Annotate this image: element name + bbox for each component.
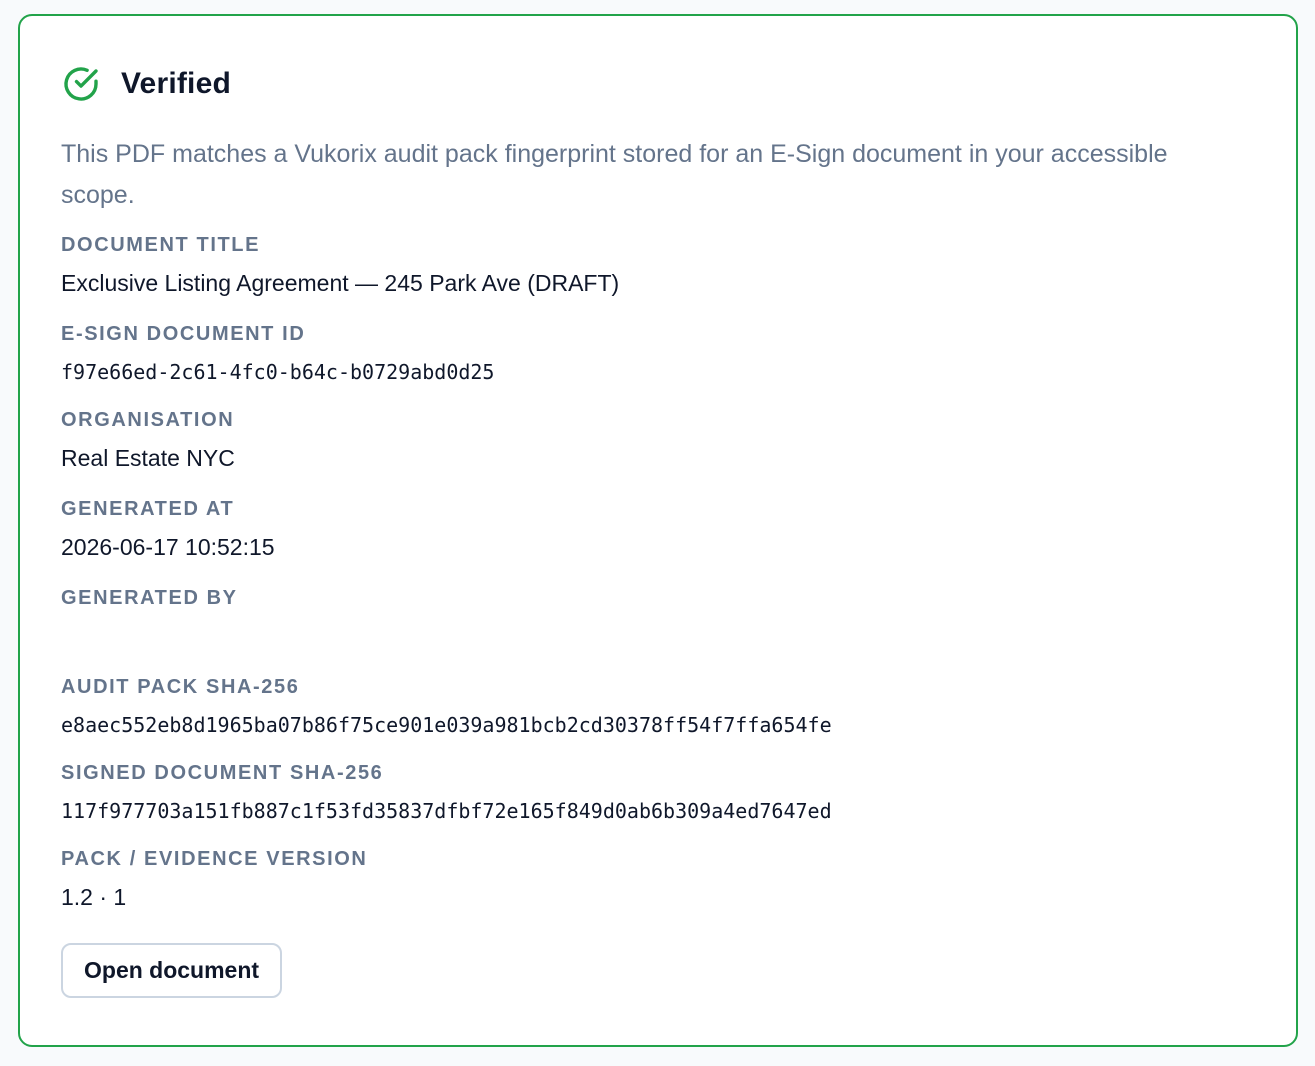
field-label: Generated at — [61, 498, 235, 520]
open-document-button[interactable]: Open document — [61, 943, 283, 998]
field-value: 1.2 · 1 — [61, 884, 127, 910]
field-value: Exclusive Listing Agreement — 245 Park A… — [61, 270, 620, 296]
verification-header: Verified — [61, 64, 1255, 104]
field-value: f97e66ed-2c61-4fc0-b64c-b0729abd0d25 — [61, 360, 495, 384]
field-value: Real Estate NYC — [61, 445, 235, 471]
field-label: Audit pack SHA-256 — [61, 676, 300, 698]
field-label: E-Sign document ID — [61, 323, 306, 345]
check-circle-icon — [61, 64, 101, 104]
verification-description: This PDF matches a Vukorix audit pack fi… — [61, 140, 1168, 209]
field-generated-by: Generated by — [61, 585, 1255, 674]
document-details: Document title Exclusive Listing Agreeme… — [61, 232, 1255, 935]
field-value: 117f977703a151fb887c1f53fd35837dfbf72e16… — [61, 799, 832, 823]
field-esign-document-id: E-Sign document ID f97e66ed-2c61-4fc0-b6… — [61, 321, 1255, 407]
field-organisation: Organisation Real Estate NYC — [61, 407, 1255, 496]
field-label: Pack / evidence version — [61, 848, 368, 870]
field-value: e8aec552eb8d1965ba07b86f75ce901e039a981b… — [61, 713, 832, 737]
verification-status-title: Verified — [121, 67, 231, 100]
field-pack-evidence-version: Pack / evidence version 1.2 · 1 — [61, 846, 1255, 935]
field-label: Generated by — [61, 587, 238, 609]
field-signed-document-sha256: Signed document SHA-256 117f977703a151fb… — [61, 760, 1255, 846]
field-generated-at: Generated at 2026-06-17 10:52:15 — [61, 496, 1255, 585]
field-label: Document title — [61, 234, 261, 256]
field-value — [61, 611, 1255, 674]
verification-card: Verified This PDF matches a Vukorix audi… — [18, 14, 1298, 1047]
field-audit-pack-sha256: Audit pack SHA-256 e8aec552eb8d1965ba07b… — [61, 674, 1255, 760]
field-document-title: Document title Exclusive Listing Agreeme… — [61, 232, 1255, 321]
field-label: Signed document SHA-256 — [61, 762, 384, 784]
field-label: Organisation — [61, 409, 235, 431]
field-value: 2026-06-17 10:52:15 — [61, 534, 275, 560]
